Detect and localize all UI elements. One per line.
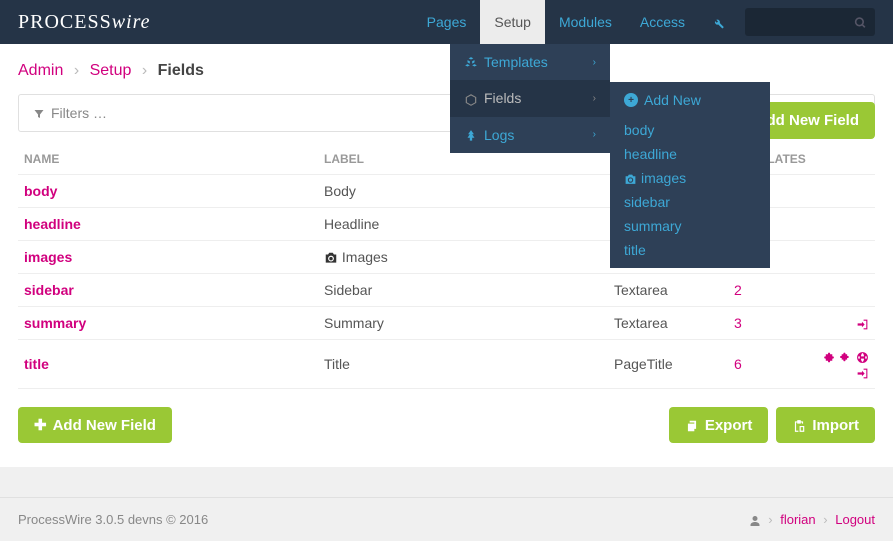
search-icon[interactable] [854,14,867,29]
dropdown-field-sidebar[interactable]: sidebar [610,190,770,214]
copy-icon [685,417,699,434]
table-row: title TitlePageTitle6 [18,340,875,389]
table-row: summary SummaryTextarea3 [18,307,875,340]
field-link[interactable]: body [24,183,57,199]
breadcrumb-setup[interactable]: Setup [90,62,132,79]
field-templates: 3 [728,307,812,340]
filter-icon [33,105,45,121]
plus-circle-icon: + [624,93,638,107]
field-label: Summary [318,307,608,340]
camera-icon [324,249,338,265]
field-label: Images [318,241,608,274]
field-flags [812,340,875,389]
dropdown-logs[interactable]: Logs › [450,117,610,153]
breadcrumb-current: Fields [158,62,204,79]
chevron-right-icon: › [593,57,596,68]
col-name[interactable]: NAME [18,144,318,175]
table-row: sidebar SidebarTextarea2 [18,274,875,307]
dropdown-add-new[interactable]: + Add New [610,82,770,118]
dropdown-field-summary[interactable]: summary [610,214,770,238]
dropdown-field-body[interactable]: body [610,118,770,142]
footer-version: ProcessWire 3.0.5 devns © 2016 [18,512,208,527]
field-flags [812,241,875,274]
dropdown-templates[interactable]: Templates › [450,44,610,80]
wrench-icon[interactable] [699,14,737,30]
field-link[interactable]: images [24,249,72,265]
dropdown-field-title[interactable]: title [610,238,770,262]
footer-user[interactable]: florian [780,512,815,527]
dropdown-field-images[interactable]: images [610,166,770,190]
signin-icon [856,315,869,331]
nav-access[interactable]: Access [626,0,699,44]
nav-modules[interactable]: Modules [545,0,626,44]
field-flags [812,208,875,241]
field-link[interactable]: headline [24,216,81,232]
field-templates: 2 [728,274,812,307]
field-flags [812,307,875,340]
field-type: Textarea [608,274,728,307]
footer: ProcessWire 3.0.5 devns © 2016 › florian… [0,497,893,541]
camera-icon [624,170,637,186]
cube-icon [464,90,484,106]
dropdown-field-headline[interactable]: headline [610,142,770,166]
dropdown-fields[interactable]: Fields › [450,80,610,116]
puzzle2-icon [839,348,852,364]
footer-logout[interactable]: Logout [835,512,875,527]
plus-circle-icon: ✚ [34,416,47,434]
field-label: Body [318,175,608,208]
field-templates: 6 [728,340,812,389]
export-button[interactable]: Export [669,407,769,443]
signin-icon [856,364,869,380]
setup-dropdown: Templates › Fields › Logs › [450,44,610,153]
globe-icon [856,348,869,364]
breadcrumb: Admin › Setup › Fields [18,62,875,80]
fields-dropdown: + Add New body headline images sidebar s… [610,82,770,268]
paste-icon [792,417,806,434]
import-button[interactable]: Import [776,407,875,443]
nav-pages[interactable]: Pages [413,0,481,44]
field-link[interactable]: sidebar [24,282,74,298]
chevron-right-icon: › [593,129,596,140]
field-label: Sidebar [318,274,608,307]
chevron-right-icon: › [593,93,596,104]
puzzle-icon [822,348,835,364]
field-flags [812,175,875,208]
add-new-field-button-bottom[interactable]: ✚ Add New Field [18,407,172,443]
user-icon [749,512,761,527]
field-type: Textarea [608,307,728,340]
field-flags [812,274,875,307]
logo[interactable]: PROCESSwire [18,11,151,34]
field-link[interactable]: title [24,356,49,372]
field-label: Title [318,340,608,389]
field-type: PageTitle [608,340,728,389]
breadcrumb-admin[interactable]: Admin [18,62,63,79]
field-link[interactable]: summary [24,315,86,331]
nav-setup[interactable]: Setup [480,0,545,44]
tree-icon [464,127,484,143]
cubes-icon [464,54,484,70]
field-label: Headline [318,208,608,241]
